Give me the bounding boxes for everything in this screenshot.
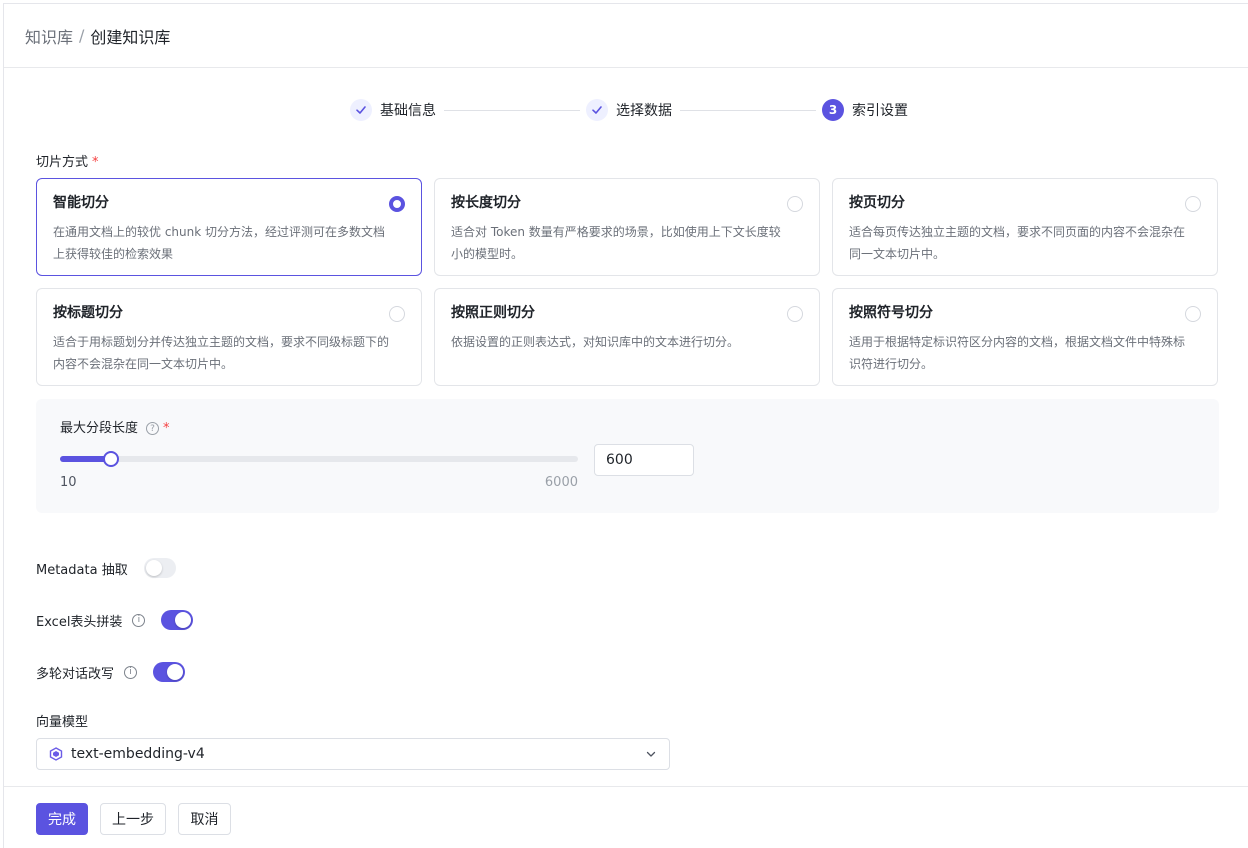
radio-selected[interactable] bbox=[389, 196, 405, 212]
card-description: 在通用文档上的较优 chunk 切分方法，经过评测可在多数文档上获得较佳的检索效… bbox=[53, 225, 385, 261]
breadcrumb-separator: / bbox=[79, 26, 85, 45]
radio-unselected[interactable] bbox=[1185, 306, 1201, 322]
stepper: 基础信息 选择数据 3 索引设置 bbox=[350, 96, 910, 124]
chunk-option-page[interactable]: 按页切分 适合每页传达独立主题的文档，要求不同页面的内容不会混杂在同一文本切片中… bbox=[832, 178, 1218, 276]
chevron-down-icon bbox=[645, 748, 657, 764]
card-description: 适合于用标题划分并传达独立主题的文档，要求不同级标题下的内容不会混杂在同一文本切… bbox=[53, 335, 390, 371]
required-mark: * bbox=[163, 421, 170, 436]
chunk-option-heading[interactable]: 按标题切分 适合于用标题划分并传达独立主题的文档，要求不同级标题下的内容不会混杂… bbox=[36, 288, 422, 386]
card-title: 智能切分 bbox=[53, 195, 109, 211]
card-title: 按照符号切分 bbox=[849, 305, 933, 321]
card-description: 适用于根据特定标识符区分内容的文档，根据文档文件中特殊标识符进行切分。 bbox=[849, 335, 1186, 371]
radio-unselected[interactable] bbox=[1185, 196, 1201, 212]
radio-unselected[interactable] bbox=[787, 196, 803, 212]
excel-header-row: Excel表头拼装 i bbox=[36, 608, 194, 632]
finish-button[interactable]: 完成 bbox=[36, 803, 88, 835]
vector-model-select[interactable]: text-embedding-v4 bbox=[36, 738, 670, 770]
info-circle-icon[interactable]: i bbox=[132, 613, 146, 627]
required-mark: * bbox=[92, 155, 99, 170]
chunking-method-label: 切片方式 * bbox=[36, 151, 99, 170]
metadata-extract-switch[interactable] bbox=[143, 558, 176, 578]
page-header: 知识库 / 创建知识库 bbox=[4, 4, 1248, 68]
app-frame: 知识库 / 创建知识库 基础信息 选择数据 3 索引设置 切片方式* 智能切分 bbox=[3, 3, 1248, 848]
max-segment-label-text: 最大分段长度 bbox=[60, 421, 139, 436]
multi-turn-rewrite-label: 多轮对话改写 bbox=[36, 666, 115, 682]
step-label: 索引设置 bbox=[852, 103, 908, 119]
max-segment-label: 最大分段长度? * bbox=[60, 417, 170, 436]
step-connector bbox=[444, 110, 580, 111]
card-title: 按页切分 bbox=[849, 195, 905, 211]
previous-step-button[interactable]: 上一步 bbox=[100, 803, 166, 835]
max-segment-input[interactable]: 600 bbox=[594, 444, 694, 476]
switch-knob bbox=[175, 612, 192, 628]
step-index-settings[interactable]: 3 索引设置 bbox=[822, 96, 908, 124]
radio-unselected[interactable] bbox=[787, 306, 803, 322]
breadcrumb-root[interactable]: 知识库 bbox=[25, 24, 73, 48]
chunk-option-symbol[interactable]: 按照符号切分 适用于根据特定标识符区分内容的文档，根据文档文件中特殊标识符进行切… bbox=[832, 288, 1218, 386]
step-label: 基础信息 bbox=[380, 103, 436, 119]
max-segment-slider[interactable] bbox=[60, 451, 578, 467]
multi-turn-rewrite-row: 多轮对话改写 i bbox=[36, 660, 186, 684]
step-connector bbox=[680, 110, 816, 111]
model-logo-icon bbox=[49, 747, 63, 761]
multi-turn-rewrite-switch[interactable] bbox=[153, 662, 186, 682]
card-description: 适合对 Token 数量有严格要求的场景，比如使用上下文长度较小的模型时。 bbox=[451, 225, 781, 261]
metadata-extract-label: Metadata 抽取 bbox=[36, 562, 128, 578]
chunk-option-regex[interactable]: 按照正则切分 依据设置的正则表达式，对知识库中的文本进行切分。 bbox=[434, 288, 820, 386]
metadata-extract-row: Metadata 抽取 bbox=[36, 556, 176, 580]
vector-model-value: text-embedding-v4 bbox=[71, 746, 205, 762]
switch-knob bbox=[167, 664, 184, 680]
excel-header-label: Excel表头拼装 bbox=[36, 614, 123, 630]
chunking-method-label-text: 切片方式 bbox=[36, 155, 89, 170]
slider-max-label: 6000 bbox=[544, 475, 578, 490]
cancel-button[interactable]: 取消 bbox=[178, 803, 231, 835]
switch-knob bbox=[145, 560, 162, 576]
vector-model-label: 向量模型 bbox=[36, 715, 89, 730]
question-circle-icon[interactable]: ? bbox=[146, 422, 160, 435]
card-description: 适合每页传达独立主题的文档，要求不同页面的内容不会混杂在同一文本切片中。 bbox=[849, 225, 1186, 261]
card-title: 按照正则切分 bbox=[451, 305, 535, 321]
card-description: 依据设置的正则表达式，对知识库中的文本进行切分。 bbox=[451, 335, 740, 349]
check-icon bbox=[586, 99, 608, 121]
chunk-option-length[interactable]: 按长度切分 适合对 Token 数量有严格要求的场景，比如使用上下文长度较小的模… bbox=[434, 178, 820, 276]
breadcrumb-current: 创建知识库 bbox=[90, 27, 171, 47]
slider-handle[interactable] bbox=[103, 451, 119, 467]
chunk-option-smart[interactable]: 智能切分 在通用文档上的较优 chunk 切分方法，经过评测可在多数文档上获得较… bbox=[36, 178, 422, 276]
max-segment-panel: 最大分段长度? * 10 6000 600 bbox=[36, 399, 1219, 513]
check-icon bbox=[350, 99, 372, 121]
card-title: 按长度切分 bbox=[451, 195, 521, 211]
step-label: 选择数据 bbox=[616, 103, 672, 119]
info-circle-icon[interactable]: i bbox=[124, 665, 138, 679]
step-basic-info[interactable]: 基础信息 bbox=[350, 96, 436, 124]
step-select-data[interactable]: 选择数据 bbox=[586, 96, 672, 124]
excel-header-switch[interactable] bbox=[161, 610, 194, 630]
slider-min-label: 10 bbox=[60, 475, 77, 490]
card-title: 按标题切分 bbox=[53, 305, 123, 321]
radio-unselected[interactable] bbox=[389, 306, 405, 322]
step-number-badge: 3 bbox=[822, 99, 844, 121]
